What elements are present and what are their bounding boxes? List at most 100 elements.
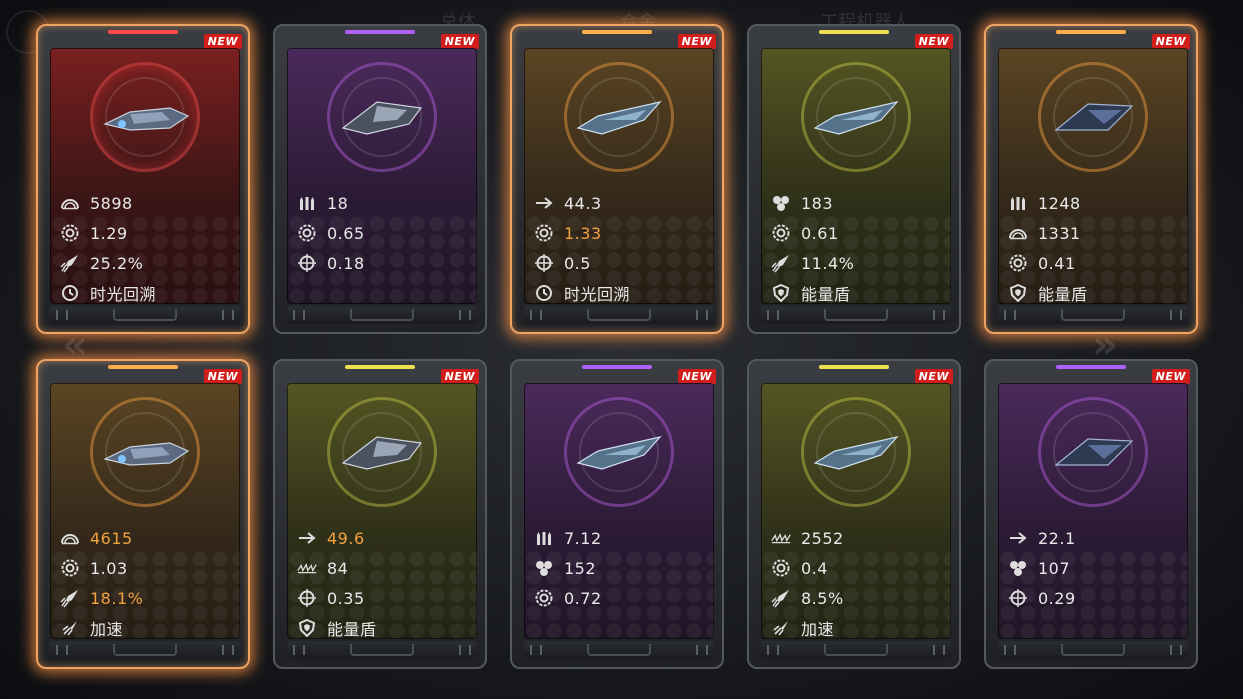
ship-image (1048, 94, 1138, 140)
stat-row: 0.29 (1008, 583, 1183, 613)
new-badge: NEW (1151, 34, 1190, 49)
rarity-bar (582, 365, 652, 369)
card-face: 2552 0.4 8.5% 加速 (761, 383, 951, 639)
gear-icon (771, 223, 791, 243)
time-rewind-icon (534, 283, 554, 303)
ship-image (337, 429, 427, 475)
missile-icon (60, 588, 80, 608)
stat-row: 能量盾 (1008, 278, 1183, 304)
stat-row: 加速 (60, 613, 235, 639)
rarity-bar (108, 365, 178, 369)
stat-value: 0.4 (801, 558, 828, 578)
speed-arrow-icon (297, 528, 317, 548)
stat-value: 0.5 (564, 253, 591, 273)
new-badge: NEW (203, 369, 242, 384)
ship-card[interactable]: NEW 7.12 152 0.72 (510, 359, 724, 669)
stat-value: 加速 (90, 620, 124, 639)
new-badge: NEW (914, 369, 953, 384)
stat-row: 152 (534, 553, 709, 583)
gear-icon (297, 223, 317, 243)
stat-value: 18 (327, 193, 349, 213)
stat-row: 49.6 (297, 523, 472, 553)
rarity-bar (345, 365, 415, 369)
card-base (524, 306, 714, 324)
armor-icon (1008, 223, 1028, 243)
stat-value: 1.03 (90, 558, 128, 578)
ship-image (811, 429, 901, 475)
stat-row: 加速 (771, 613, 946, 639)
stat-row: 1.29 (60, 218, 235, 248)
new-badge: NEW (677, 34, 716, 49)
ship-card[interactable]: NEW 18 0.65 0.18 (273, 24, 487, 334)
stat-list: 22.1 107 0.29 (1008, 523, 1183, 613)
crosshair-icon (1008, 588, 1028, 608)
stat-value: 4615 (90, 528, 133, 548)
ship-card[interactable]: NEW 44.3 1.33 0.5 时光回溯 (510, 24, 724, 334)
stat-row: 44.3 (534, 188, 709, 218)
rarity-bar (582, 30, 652, 34)
card-base (761, 306, 951, 324)
stat-value: 84 (327, 558, 349, 578)
card-base (761, 641, 951, 659)
speed-arrow-icon (1008, 528, 1028, 548)
new-badge: NEW (677, 369, 716, 384)
card-base (287, 306, 477, 324)
shield-icon (771, 283, 791, 303)
stat-row: 2552 (771, 523, 946, 553)
card-face: 44.3 1.33 0.5 时光回溯 (524, 48, 714, 304)
rarity-bar (345, 30, 415, 34)
crosshair-icon (297, 588, 317, 608)
stat-value: 时光回溯 (90, 285, 157, 304)
speed-arrow-icon (534, 193, 554, 213)
stat-list: 2552 0.4 8.5% 加速 (771, 523, 946, 639)
stat-value: 49.6 (327, 528, 365, 548)
barrage-icon (771, 528, 791, 548)
stat-row: 11.4% (771, 248, 946, 278)
ship-card[interactable]: NEW 22.1 107 0.29 (984, 359, 1198, 669)
stat-row: 时光回溯 (60, 278, 235, 304)
card-face: 4615 1.03 18.1% 加速 (50, 383, 240, 639)
cluster-icon (534, 558, 554, 578)
ship-card[interactable]: NEW 2552 0.4 8.5% 加速 (747, 359, 961, 669)
card-base (287, 641, 477, 659)
stat-row: 1.03 (60, 553, 235, 583)
stat-list: 7.12 152 0.72 (534, 523, 709, 613)
stat-row: 4615 (60, 523, 235, 553)
stat-row: 0.4 (771, 553, 946, 583)
boost-icon (60, 618, 80, 638)
new-badge: NEW (1151, 369, 1190, 384)
stat-value: 能量盾 (1038, 285, 1088, 304)
stat-value: 1.33 (564, 223, 602, 243)
stat-row: 1331 (1008, 218, 1183, 248)
ship-card-grid: NEW 5898 1.29 25.2% 时光回溯 NEW 18 0.65 0.18 NEW 44.3… (0, 0, 1243, 699)
new-badge: NEW (440, 34, 479, 49)
stat-value: 0.61 (801, 223, 839, 243)
stat-row: 22.1 (1008, 523, 1183, 553)
stat-value: 0.72 (564, 588, 602, 608)
card-face: 49.6 84 0.35 能量盾 (287, 383, 477, 639)
ship-card[interactable]: NEW 5898 1.29 25.2% 时光回溯 (36, 24, 250, 334)
rarity-bar (819, 30, 889, 34)
stat-row: 5898 (60, 188, 235, 218)
new-badge: NEW (203, 34, 242, 49)
missile-icon (771, 588, 791, 608)
gear-icon (534, 223, 554, 243)
ship-card[interactable]: NEW 1248 1331 0.41 能量盾 (984, 24, 1198, 334)
card-face: 22.1 107 0.29 (998, 383, 1188, 639)
ship-image (574, 94, 664, 140)
stat-value: 2552 (801, 528, 844, 548)
missile-icon (771, 253, 791, 273)
card-face: 5898 1.29 25.2% 时光回溯 (50, 48, 240, 304)
stat-value: 183 (801, 193, 834, 213)
ship-card[interactable]: NEW 49.6 84 0.35 能量盾 (273, 359, 487, 669)
ship-card[interactable]: NEW 183 0.61 11.4% 能量盾 (747, 24, 961, 334)
stat-row: 0.35 (297, 583, 472, 613)
barrage-icon (297, 558, 317, 578)
stat-value: 0.18 (327, 253, 365, 273)
stat-row: 0.72 (534, 583, 709, 613)
card-base (50, 641, 240, 659)
ship-image (1048, 429, 1138, 475)
stat-value: 加速 (801, 620, 835, 639)
ammo-icon (297, 193, 317, 213)
ship-card[interactable]: NEW 4615 1.03 18.1% 加速 (36, 359, 250, 669)
